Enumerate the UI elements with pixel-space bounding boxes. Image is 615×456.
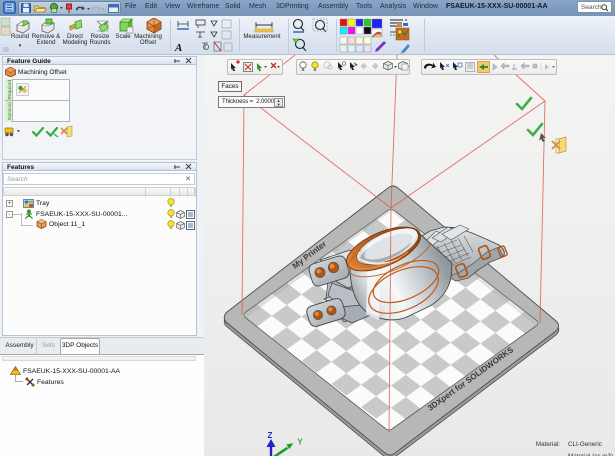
svg-text:Optional: Optional xyxy=(7,102,13,120)
svg-text:A: A xyxy=(174,42,182,54)
